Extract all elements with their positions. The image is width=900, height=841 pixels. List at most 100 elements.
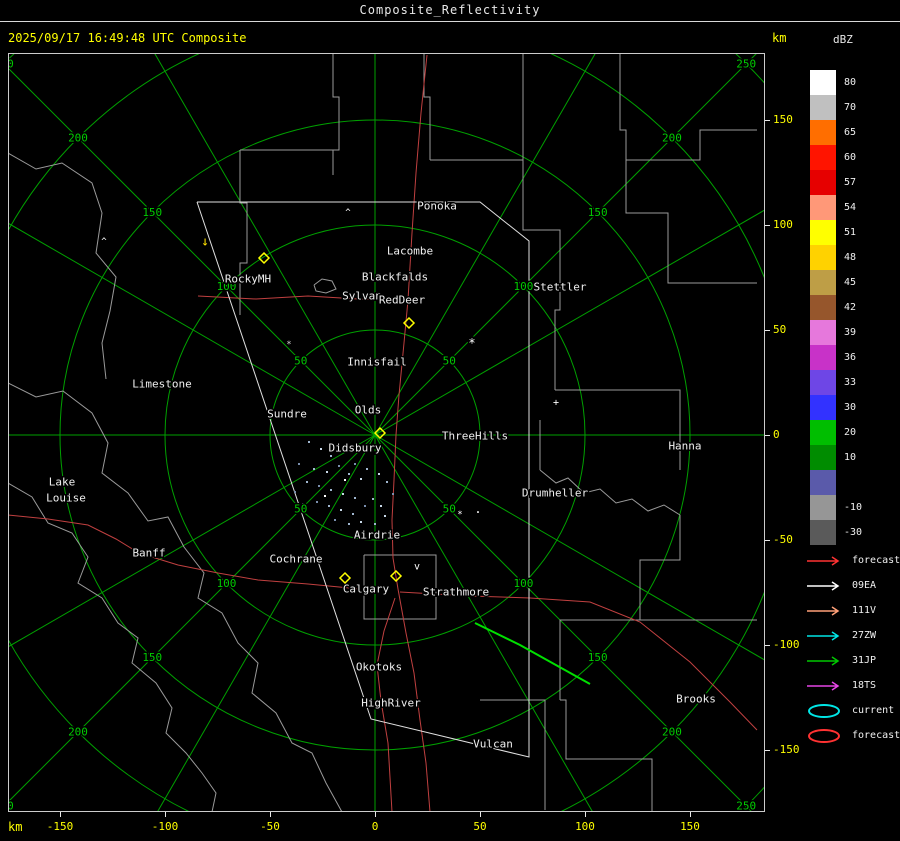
echo-dot bbox=[372, 498, 374, 500]
colorbar-row: 54 bbox=[810, 195, 874, 220]
city-label: Cochrane bbox=[270, 553, 323, 566]
range-ring-label: 200 bbox=[68, 725, 88, 738]
legend-item: forecast bbox=[806, 723, 900, 748]
echo-dot bbox=[326, 471, 328, 473]
colorbar-swatch bbox=[810, 145, 836, 170]
map-symbol: v bbox=[414, 562, 420, 573]
colorbar-row: -10 bbox=[810, 495, 874, 520]
colorbar-row: 57 bbox=[810, 170, 874, 195]
county-boundary-line bbox=[640, 515, 757, 620]
echo-dot bbox=[318, 485, 320, 487]
map-symbol: * bbox=[457, 510, 462, 520]
x-tick bbox=[375, 812, 376, 817]
county-boundary-line bbox=[555, 390, 680, 470]
range-ring-label: 250 bbox=[736, 800, 756, 812]
legend-item: 27ZW bbox=[806, 623, 900, 648]
colorbar-row: 48 bbox=[810, 245, 874, 270]
echo-dot bbox=[380, 505, 382, 507]
county-boundary-line bbox=[480, 700, 545, 810]
city-label: Vulcan bbox=[473, 738, 513, 751]
colorbar-swatch bbox=[810, 395, 836, 420]
county-boundary-line bbox=[333, 53, 339, 175]
colorbar-swatch bbox=[810, 370, 836, 395]
radar-map-canvas[interactable]: 5050505010010010010015015015015020020020… bbox=[8, 53, 765, 812]
echo-dot bbox=[374, 523, 376, 525]
echo-dot bbox=[330, 489, 332, 491]
colorbar-value-label: 30 bbox=[844, 402, 874, 413]
range-ring-label: 200 bbox=[68, 132, 88, 145]
range-ring-label: 150 bbox=[588, 206, 608, 219]
x-tick bbox=[585, 812, 586, 817]
city-label: RedDeer bbox=[379, 294, 426, 307]
legend-item-label: 27ZW bbox=[852, 630, 876, 641]
echo-dot bbox=[298, 463, 300, 465]
y-tick-label: 0 bbox=[773, 428, 780, 441]
colorbar-swatch bbox=[810, 320, 836, 345]
map-symbol: ^ bbox=[101, 237, 107, 247]
y-tick bbox=[765, 330, 770, 331]
colorbar-swatch bbox=[810, 220, 836, 245]
echo-dot bbox=[313, 468, 315, 470]
city-label: Blackfalds bbox=[362, 271, 428, 284]
legend-item-label: 09EA bbox=[852, 580, 876, 591]
azimuth-line bbox=[102, 435, 375, 812]
city-label: RockyMH bbox=[225, 273, 271, 286]
colorbar-swatch bbox=[810, 195, 836, 220]
city-label: Stettler bbox=[534, 281, 587, 294]
legend-arrow-icon bbox=[806, 628, 846, 644]
y-tick bbox=[765, 645, 770, 646]
echo-dot bbox=[354, 497, 356, 499]
colorbar-value-label: 20 bbox=[844, 427, 874, 438]
colorbar-swatch bbox=[810, 420, 836, 445]
colorbar-swatch bbox=[810, 345, 836, 370]
y-axis-unit-label: km bbox=[772, 31, 786, 45]
timestamp-label: 2025/09/17 16:49:48 UTC Composite bbox=[8, 31, 246, 45]
city-label: Ponoka bbox=[417, 200, 457, 213]
legend-arrow-icon bbox=[806, 653, 846, 669]
range-ring-label: 150 bbox=[142, 206, 162, 219]
colorbar-value-label: 48 bbox=[844, 252, 874, 263]
colorbar-value-label: 39 bbox=[844, 327, 874, 338]
city-label: ThreeHills bbox=[442, 430, 508, 443]
y-tick bbox=[765, 225, 770, 226]
colorbar-swatch bbox=[810, 470, 836, 495]
radar-display[interactable]: 5050505010010010010015015015015020020020… bbox=[8, 53, 765, 812]
city-label: Drumheller bbox=[522, 487, 589, 500]
legend-arrow-icon bbox=[806, 578, 846, 594]
legend-ellipse-icon bbox=[806, 703, 846, 719]
county-boundary-line bbox=[8, 153, 116, 379]
legend-item: forecast bbox=[806, 548, 900, 573]
legend-item: 111V bbox=[806, 598, 900, 623]
colorbar-value-label: 65 bbox=[844, 127, 874, 138]
x-tick-label: 100 bbox=[563, 820, 607, 833]
colorbar-value-label: 42 bbox=[844, 302, 874, 313]
legend-item: current bbox=[806, 698, 900, 723]
range-ring-label: 150 bbox=[142, 651, 162, 664]
colorbar: 80706560575451484542393633302010-10-30 bbox=[810, 70, 874, 545]
echo-dot bbox=[360, 521, 362, 523]
range-ring-label: 200 bbox=[662, 132, 682, 145]
city-label: Louise bbox=[46, 492, 86, 505]
map-symbol: + bbox=[553, 398, 559, 409]
colorbar-value-label: 57 bbox=[844, 177, 874, 188]
colorbar-swatch bbox=[810, 245, 836, 270]
echo-dot bbox=[316, 501, 318, 503]
x-tick bbox=[690, 812, 691, 817]
colorbar-row bbox=[810, 470, 874, 495]
range-ring-label: 200 bbox=[662, 725, 682, 738]
echo-dot bbox=[378, 473, 380, 475]
colorbar-swatch bbox=[810, 295, 836, 320]
city-label: Calgary bbox=[343, 583, 390, 596]
range-ring-label: 50 bbox=[443, 354, 456, 367]
echo-dot bbox=[386, 481, 388, 483]
colorbar-value-label: 33 bbox=[844, 377, 874, 388]
echo-dot bbox=[348, 473, 350, 475]
colorbar-swatch bbox=[810, 95, 836, 120]
colorbar-row: 51 bbox=[810, 220, 874, 245]
echo-dot bbox=[324, 495, 326, 497]
echo-dot bbox=[366, 468, 368, 470]
legend-item-label: 18TS bbox=[852, 680, 876, 691]
colorbar-row: 65 bbox=[810, 120, 874, 145]
range-ring-label: 250 bbox=[736, 57, 756, 70]
map-symbol: ^ bbox=[345, 208, 351, 218]
